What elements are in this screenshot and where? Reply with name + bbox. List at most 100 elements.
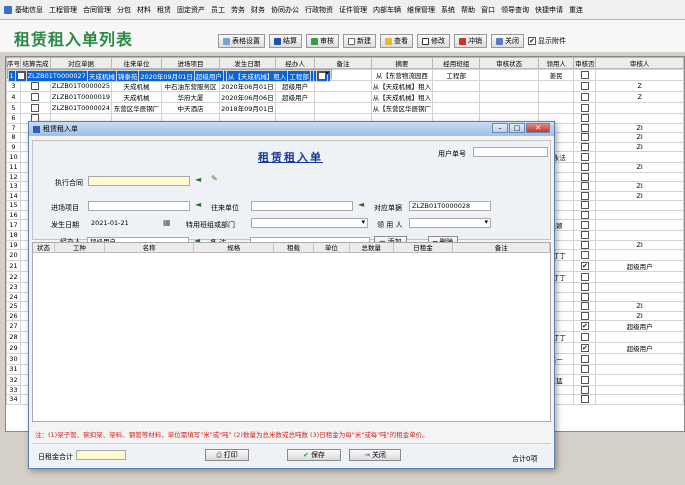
- row-checkbox[interactable]: [580, 82, 589, 90]
- row-checkbox[interactable]: [580, 231, 589, 240]
- detail-column-header[interactable]: 规格: [194, 243, 275, 252]
- detail-grid[interactable]: 状态 工种 名称 规格 租载 单位 总数量 日租金 备注: [32, 242, 551, 422]
- row-checkbox[interactable]: [580, 251, 589, 259]
- menu-item[interactable]: 窗口: [481, 5, 495, 15]
- column-header[interactable]: 进场项目: [161, 57, 220, 69]
- new-button[interactable]: 新建: [343, 34, 376, 48]
- menu-item[interactable]: 劳务: [231, 5, 245, 15]
- column-header[interactable]: 序号: [6, 57, 21, 69]
- detail-column-header[interactable]: 名称: [105, 243, 195, 252]
- view-button[interactable]: 查看: [380, 34, 413, 48]
- detail-column-header[interactable]: 日租金: [394, 243, 454, 252]
- dept-select[interactable]: [251, 218, 368, 228]
- column-header[interactable]: 结算完成: [20, 57, 51, 69]
- show-attachment-toggle[interactable]: 显示附件: [528, 36, 566, 46]
- reverse-button[interactable]: 冲销: [454, 34, 487, 48]
- user-no-input[interactable]: [473, 147, 548, 157]
- menu-item[interactable]: 快捷申请: [535, 5, 563, 15]
- row-checkbox[interactable]: [580, 385, 589, 394]
- column-header[interactable]: 摘要: [370, 57, 434, 69]
- column-header[interactable]: 发生日期: [218, 57, 276, 69]
- row-checkbox[interactable]: [580, 311, 589, 320]
- audit-button[interactable]: 审核: [306, 34, 339, 48]
- row-checkbox[interactable]: [16, 72, 25, 80]
- row-checkbox[interactable]: [580, 142, 589, 151]
- row-checkbox[interactable]: [580, 114, 589, 123]
- column-header[interactable]: 审核人: [595, 57, 684, 69]
- row-checkbox[interactable]: [580, 123, 589, 132]
- partner-lookup-icon[interactable]: ◄: [358, 200, 364, 209]
- menu-item[interactable]: 内部车辆: [373, 5, 401, 15]
- row-checkbox[interactable]: [580, 172, 589, 181]
- menu-item[interactable]: 租赁: [157, 5, 171, 15]
- table-row[interactable]: 3 ZLZB01T0000025 天成机械 中石油东营服务区 2020年06月01日 超级…: [6, 80, 684, 92]
- table-row[interactable]: 1 ZLZB01T0000027 天成机械 锦泰苑 2020年09月01日 超级用户 从【天…: [6, 69, 332, 82]
- edit-button[interactable]: 修改: [417, 34, 450, 48]
- detail-column-header[interactable]: 总数量: [350, 243, 394, 252]
- settle-button[interactable]: 结算: [269, 34, 302, 48]
- menu-item[interactable]: 协同办公: [271, 5, 299, 15]
- row-checkbox[interactable]: [31, 82, 40, 90]
- row-checkbox[interactable]: [580, 344, 589, 352]
- column-header[interactable]: 往来单位: [111, 57, 162, 69]
- table-row[interactable]: 5 ZLZB01T0000024 东营区华辰钢厂 中天酒店 2018年09月01日 从【东…: [6, 102, 684, 114]
- row-checkbox[interactable]: [580, 322, 589, 330]
- row-checkbox[interactable]: [580, 283, 589, 292]
- close-button[interactable]: ⇥ 关闭: [349, 449, 401, 461]
- row-checkbox[interactable]: [580, 191, 589, 200]
- row-checkbox[interactable]: [580, 375, 589, 384]
- row-checkbox[interactable]: [580, 153, 589, 161]
- table-settings-button[interactable]: 表格设置: [218, 34, 265, 48]
- minimize-button[interactable]: –: [492, 123, 508, 133]
- detail-column-header[interactable]: 备注: [453, 243, 550, 252]
- menu-item[interactable]: 财务: [251, 5, 265, 15]
- column-header[interactable]: 对应单据: [49, 57, 113, 69]
- row-checkbox[interactable]: [580, 395, 589, 404]
- calendar-icon[interactable]: ▦: [163, 218, 171, 227]
- menu-item[interactable]: 材料: [137, 5, 151, 15]
- menu-item[interactable]: 帮助: [461, 5, 475, 15]
- row-checkbox[interactable]: [580, 182, 589, 191]
- row-checkbox[interactable]: [580, 71, 589, 79]
- detail-column-header[interactable]: 租载: [274, 243, 314, 252]
- dialog-title-bar[interactable]: 租赁租入单 – □ ✕: [29, 122, 554, 136]
- menu-item[interactable]: 重连: [569, 5, 583, 15]
- row-checkbox[interactable]: [580, 292, 589, 301]
- row-checkbox[interactable]: [580, 93, 589, 101]
- menu-item[interactable]: 分包: [117, 5, 131, 15]
- row-checkbox[interactable]: [580, 104, 589, 112]
- lookup-icon[interactable]: ◄: [195, 175, 201, 184]
- column-header[interactable]: 经用班组: [432, 57, 481, 69]
- project-lookup-icon[interactable]: ◄: [195, 200, 201, 209]
- show-attachment-checkbox[interactable]: [528, 37, 536, 45]
- row-checkbox[interactable]: [580, 365, 589, 374]
- close-window-button[interactable]: ✕: [526, 123, 550, 133]
- menu-item[interactable]: 证件管理: [339, 5, 367, 15]
- menu-item[interactable]: 系统: [441, 5, 455, 15]
- row-checkbox[interactable]: [580, 133, 589, 142]
- menu-item[interactable]: 基础信息: [15, 5, 43, 15]
- menu-item[interactable]: 行政物资: [305, 5, 333, 15]
- column-header[interactable]: 审核状态: [479, 57, 539, 69]
- row-checkbox[interactable]: [580, 273, 589, 281]
- save-button[interactable]: ✔ 保存: [287, 449, 341, 461]
- column-header[interactable]: 领用人: [537, 57, 575, 69]
- column-header[interactable]: 审核否: [573, 57, 597, 69]
- maximize-button[interactable]: □: [509, 123, 525, 133]
- clear-icon[interactable]: ✎: [211, 174, 218, 183]
- table-row[interactable]: 4 ZLZB01T0000019 天成机械 华府大厦 2020年06月06日 超级用户 从【…: [6, 91, 684, 103]
- row-checkbox[interactable]: [580, 355, 589, 363]
- row-checkbox[interactable]: [31, 93, 40, 101]
- receiver-select[interactable]: [409, 218, 491, 228]
- row-checkbox[interactable]: [580, 163, 589, 172]
- doc-input[interactable]: ZLZB01T0000028: [409, 201, 491, 211]
- project-input[interactable]: [88, 201, 190, 211]
- row-checkbox[interactable]: [580, 221, 589, 229]
- menu-item[interactable]: 员工: [211, 5, 225, 15]
- menu-item[interactable]: 固定资产: [177, 5, 205, 15]
- menu-item[interactable]: 工程管理: [49, 5, 77, 15]
- column-header[interactable]: 经办人: [274, 57, 316, 69]
- detail-column-header[interactable]: 状态: [33, 243, 55, 252]
- print-button[interactable]: ⎙ 打印: [205, 449, 249, 461]
- row-checkbox[interactable]: [317, 72, 326, 80]
